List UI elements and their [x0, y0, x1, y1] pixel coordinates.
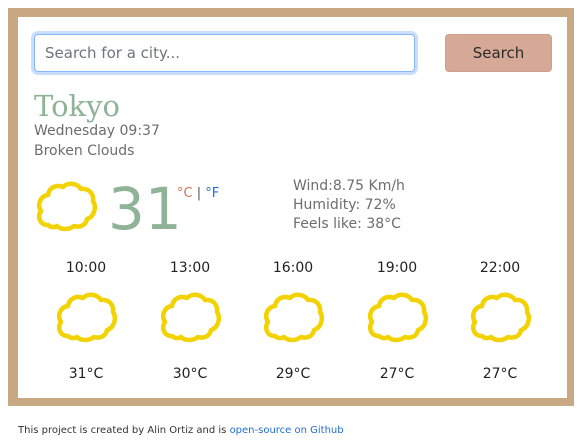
forecast-temperature: 29°C	[275, 366, 311, 382]
forecast-time: 10:00	[65, 260, 107, 276]
humidity: Humidity: 72%	[293, 197, 396, 213]
forecast-item: 19:00 27°C	[347, 259, 447, 383]
cloud-icon	[471, 292, 531, 343]
unit-toggle: °C | °F	[177, 186, 219, 202]
forecast-temperature: 31°C	[68, 366, 104, 382]
forecast-item: 13:00 30°C	[140, 259, 240, 383]
fahrenheit-link[interactable]: °F	[205, 186, 219, 201]
unit-separator: |	[196, 186, 202, 201]
city-search-input[interactable]	[34, 34, 415, 72]
search-button[interactable]: Search	[445, 34, 552, 72]
wind-speed: Wind:8.75 Km/h	[293, 178, 405, 194]
current-date-time: Wednesday 09:37	[34, 123, 160, 139]
footer: This project is created by Alin Ortiz an…	[18, 424, 344, 438]
forecast-temperature: 27°C	[379, 366, 415, 382]
forecast-item: 16:00 29°C	[243, 259, 343, 383]
current-temperature: 31	[108, 175, 182, 243]
cloud-icon	[37, 181, 97, 232]
forecast-temperature: 30°C	[172, 366, 208, 382]
cloud-icon	[264, 292, 324, 343]
feels-like: Feels like: 38°C	[293, 216, 401, 232]
weather-details: Wind:8.75 Km/h Humidity: 72% Feels like:…	[293, 177, 405, 234]
github-link[interactable]: open-source on Github	[230, 425, 344, 436]
forecast-time: 22:00	[479, 260, 521, 276]
forecast-item: 10:00 31°C	[36, 259, 136, 383]
weather-description: Broken Clouds	[34, 143, 135, 159]
forecast-time: 16:00	[272, 260, 314, 276]
cloud-icon	[161, 292, 221, 343]
forecast-item: 22:00 27°C	[450, 259, 550, 383]
cloud-icon	[368, 292, 428, 343]
city-name: Tokyo	[34, 89, 120, 123]
forecast-time: 13:00	[169, 260, 211, 276]
forecast-time: 19:00	[376, 260, 418, 276]
cloud-icon	[57, 292, 117, 343]
forecast-temperature: 27°C	[482, 366, 518, 382]
celsius-link[interactable]: °C	[177, 186, 193, 201]
footer-text: This project is created by Alin Ortiz an…	[18, 425, 230, 436]
